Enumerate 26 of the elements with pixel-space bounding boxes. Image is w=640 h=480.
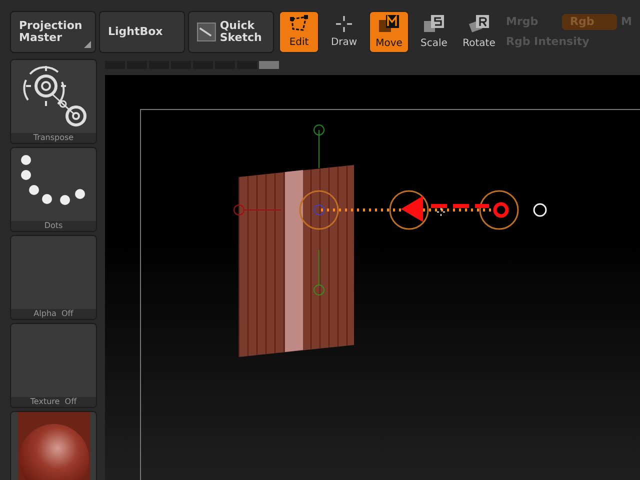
palette-tile[interactable]: Dots (10, 147, 97, 232)
scale-s-icon (423, 14, 445, 34)
toolbar-button[interactable]: LightBox (99, 11, 185, 53)
mode-button[interactable]: Draw (324, 11, 364, 53)
menu-button[interactable]: Projection Master (10, 11, 96, 53)
palette-tile[interactable]: Alpha Off (10, 235, 97, 320)
palette-tile[interactable]: Transpose (10, 59, 97, 144)
move-m-icon (378, 14, 400, 34)
rotate-r-icon (468, 14, 490, 34)
mode-button[interactable]: Edit (279, 11, 319, 53)
material-tile[interactable] (10, 411, 97, 480)
tile-label: Dots (11, 221, 96, 231)
mode-button[interactable]: Rotate (459, 11, 499, 53)
pen-sketch-icon (197, 22, 216, 42)
mode-button[interactable]: Scale (414, 11, 454, 53)
edit-frame-icon (289, 14, 309, 32)
sphere-material-swatch (18, 412, 90, 480)
corner-triangle-icon (84, 41, 91, 48)
tile-label: Alpha Off (11, 309, 96, 319)
tile-label: Texture Off (11, 397, 96, 407)
mode-button[interactable]: Move (369, 11, 409, 53)
crosshair-icon (335, 14, 353, 32)
tile-label: Transpose (11, 133, 96, 143)
palette-tile[interactable]: Texture Off (10, 323, 97, 408)
document-tab[interactable] (259, 61, 279, 69)
toolbar-button[interactable]: Quick Sketch (188, 11, 274, 53)
